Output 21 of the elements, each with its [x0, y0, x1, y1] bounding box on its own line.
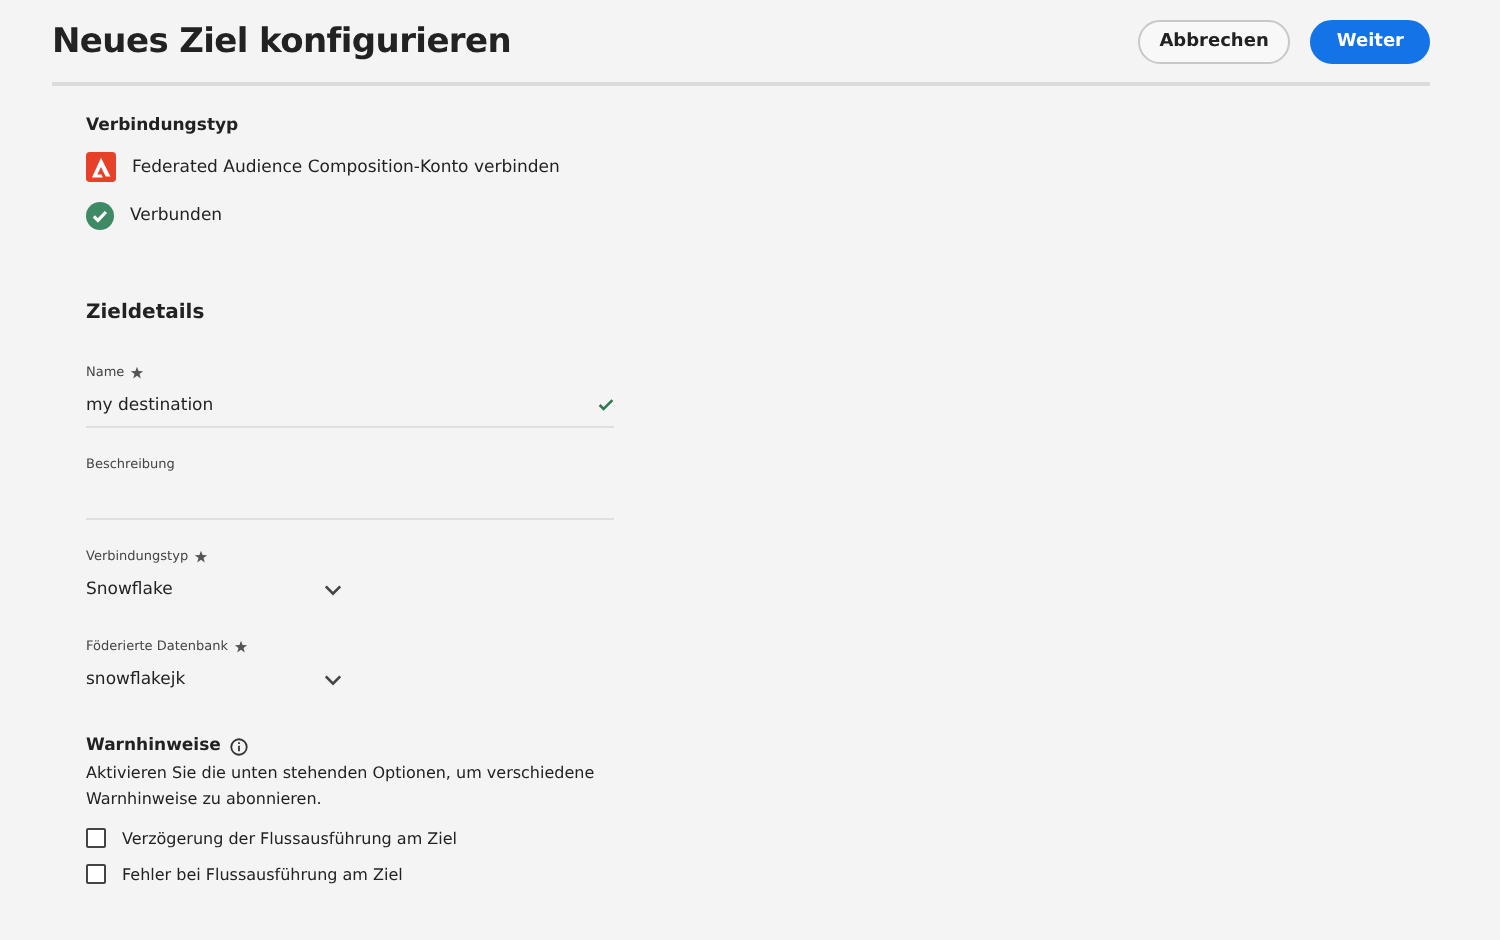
- section-label: Verbindungstyp: [86, 116, 239, 136]
- section-heading: Zieldetails: [86, 302, 205, 324]
- account-text: Federated Audience Composition-Konto verbinden: [132, 157, 560, 177]
- next-button[interactable]: Weiter: [1310, 20, 1430, 64]
- checkbox-label: Verzögerung der Flussausführung am Ziel: [122, 829, 458, 847]
- section-label: Warnhinweise: [86, 736, 221, 756]
- input-field[interactable]: my destination: [86, 384, 614, 428]
- checkbox-label: Fehler bei Flussausführung am Ziel: [122, 865, 403, 883]
- dropdown[interactable]: Snowflake: [86, 568, 346, 610]
- checkbox[interactable]: [86, 864, 106, 884]
- checkbox[interactable]: [86, 828, 106, 848]
- dropdown[interactable]: snowflakejk: [86, 658, 346, 700]
- cancel-button[interactable]: Abbrechen: [1137, 20, 1291, 64]
- chevron-down-icon: [324, 583, 342, 595]
- page-title: Neues Ziel konfigurieren: [52, 22, 512, 62]
- description-text: Aktivieren Sie die unten stehenden Optionen, um verschiedene Warnhinweise zu abonnieren.: [86, 762, 597, 812]
- logo-icon: [86, 152, 116, 182]
- check-circle-icon: [86, 202, 114, 230]
- status-text: Verbunden: [130, 206, 223, 226]
- chevron-down-icon: [324, 673, 342, 685]
- info-icon[interactable]: [230, 737, 249, 755]
